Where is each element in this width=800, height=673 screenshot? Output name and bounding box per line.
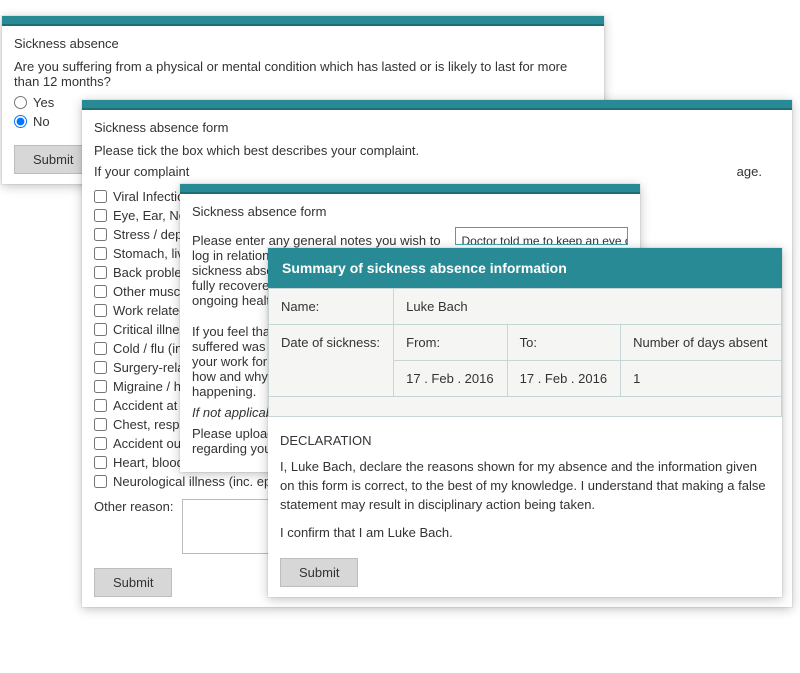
from-value: 17 . Feb . 2016 [394, 361, 507, 397]
panel1-question: Are you suffering from a physical or men… [14, 59, 592, 89]
radio-yes[interactable] [14, 96, 27, 109]
complaint-label: Stomach, liv [113, 246, 184, 261]
complaint-label: Surgery-rela [113, 360, 185, 375]
complaint-checkbox[interactable] [94, 380, 107, 393]
complaint-checkbox[interactable] [94, 190, 107, 203]
complaint-label: Neurological illness (inc. epilep [113, 474, 291, 489]
complaint-checkbox[interactable] [94, 266, 107, 279]
name-label: Name: [269, 289, 394, 325]
complaint-label: Chest, respir [113, 417, 187, 432]
complaint-label: Cold / flu (in [113, 341, 182, 356]
radio-no-label: No [33, 114, 50, 129]
complaint-checkbox[interactable] [94, 475, 107, 488]
notes-input-preview[interactable]: Doctor told me to keep an eye on it but … [455, 227, 629, 245]
complaint-checkbox[interactable] [94, 247, 107, 260]
from-label: From: [394, 325, 507, 361]
to-value: 17 . Feb . 2016 [507, 361, 620, 397]
complaint-label: Other muscu [113, 284, 187, 299]
submit-button[interactable]: Submit [14, 145, 92, 174]
to-label: To: [507, 325, 620, 361]
panel3-title: Sickness absence form [192, 204, 628, 219]
complaint-label: Critical illnes [113, 322, 186, 337]
summary-header: Summary of sickness absence information [268, 248, 782, 288]
complaint-checkbox[interactable] [94, 304, 107, 317]
declaration-confirm: I confirm that I am Luke Bach. [280, 525, 770, 540]
panel2-title: Sickness absence form [94, 120, 780, 135]
radio-no[interactable] [14, 115, 27, 128]
date-label: Date of sickness: [269, 325, 394, 397]
days-label: Number of days absent [621, 325, 782, 361]
complaint-checkbox[interactable] [94, 361, 107, 374]
complaint-checkbox[interactable] [94, 399, 107, 412]
complaint-checkbox[interactable] [94, 323, 107, 336]
panel-header-bar [180, 184, 640, 194]
complaint-checkbox[interactable] [94, 437, 107, 450]
summary-table: Name: Luke Bach Date of sickness: From: … [268, 288, 782, 417]
complaint-label: Migraine / he [113, 379, 188, 394]
radio-yes-label: Yes [33, 95, 54, 110]
complaint-label: Work related [113, 303, 186, 318]
complaint-checkbox[interactable] [94, 209, 107, 222]
panel-summary: Summary of sickness absence information … [268, 248, 782, 597]
submit-button[interactable]: Submit [280, 558, 358, 587]
complaint-checkbox[interactable] [94, 285, 107, 298]
submit-button[interactable]: Submit [94, 568, 172, 597]
panel2-instruction: Please tick the box which best describes… [94, 143, 780, 158]
declaration-title: DECLARATION [280, 433, 770, 448]
other-reason-label: Other reason: [94, 499, 174, 514]
complaint-label: Accident at w [113, 398, 190, 413]
panel-header-bar [82, 100, 792, 110]
declaration-body: I, Luke Bach, declare the reasons shown … [280, 458, 770, 515]
complaint-checkbox[interactable] [94, 456, 107, 469]
panel2-ifcomplaint: If your complaint age. [94, 164, 780, 179]
panel1-title: Sickness absence [14, 36, 592, 51]
name-value: Luke Bach [394, 289, 782, 325]
complaint-checkbox[interactable] [94, 418, 107, 431]
complaint-checkbox[interactable] [94, 342, 107, 355]
complaint-label: Stress / dep [113, 227, 182, 242]
days-value: 1 [621, 361, 782, 397]
panel-header-bar [2, 16, 604, 26]
complaint-checkbox[interactable] [94, 228, 107, 241]
